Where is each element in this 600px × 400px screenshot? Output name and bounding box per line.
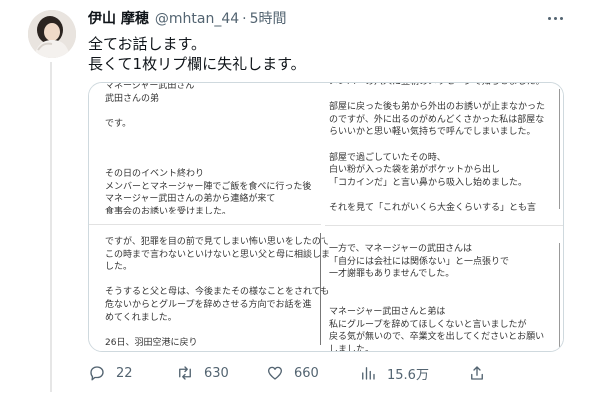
reply-icon: [90, 366, 104, 381]
tweet-image[interactable]: マネージャー武田さん 武田さんの弟 です。その日のイベント終わり メンバーとマネージャ…: [88, 82, 564, 352]
like-button[interactable]: 660: [266, 362, 319, 384]
timestamp[interactable]: 5時間: [250, 10, 287, 28]
image-text-line: [329, 189, 545, 202]
image-text-line: [105, 324, 330, 337]
image-text-column-c: メンバーの六人に翌朝のメッセージで知らせました。部屋に戻った後も弟から外出のお誘…: [329, 82, 546, 215]
share-button[interactable]: [468, 362, 486, 384]
image-text-line: 戻る気が無いので、卒業文を出してくださいとお願い: [329, 332, 545, 343]
views-button[interactable]: 15.6万: [359, 362, 429, 384]
image-text-line: メンバーとマネージャー陣でご飯を食べに行った後: [105, 181, 312, 192]
image-text-line: 「自分には会社には関係ない」と一点張りで: [329, 256, 510, 267]
share-icon: [471, 366, 483, 380]
view-count: 15.6万: [387, 367, 429, 383]
image-text-column-d: 一方で、マネージャーの武田さんは「自分には会社には関係ない」と一点張りで 一才謝罪…: [329, 243, 545, 352]
action-bar: 22 630 660 15.6万: [88, 362, 558, 384]
image-text-line: 白い粉が入った袋を弟がポケットから出し: [329, 165, 501, 176]
image-text-line: マネージャー武田さんと弟は: [329, 306, 446, 317]
image-text-line: です。: [105, 118, 132, 129]
tweet[interactable]: 伊山 摩穂 @mhtan_44 · 5時間 全てお話します。 長くて1枚リプ欄に…: [0, 0, 600, 400]
tweet-header: 伊山 摩穂 @mhtan_44 · 5時間: [88, 10, 287, 28]
tweet-text-line: 全てお話します。: [88, 35, 207, 53]
image-text-line: のですが、外に出るのがめんどくさかった私は部屋な: [329, 114, 545, 125]
more-icon[interactable]: [546, 12, 566, 26]
image-text-line: [105, 274, 330, 287]
image-text-column-a: マネージャー武田さん 武田さんの弟 です。その日のイベント終わり メンバーとマネージャ…: [105, 82, 312, 219]
tweet-text-line: 長くて1枚リプ欄に失礼します。: [88, 55, 306, 73]
image-text-line: そうすると父と母は、今後またその様なことをされても: [105, 287, 330, 298]
image-text-line: 危ないからとグループを辞めさせる方向でお話を進: [105, 299, 312, 310]
views-icon: [362, 367, 375, 380]
image-scrollbar: [320, 233, 321, 345]
image-divider: [325, 225, 563, 226]
like-count: 660: [294, 365, 319, 381]
image-text-line: [329, 139, 545, 152]
tweet-text: 全てお話します。 長くて1枚リプ欄に失礼します。: [88, 34, 306, 74]
reply-button[interactable]: 22: [88, 362, 133, 384]
separator: ·: [242, 11, 247, 27]
image-text-line: [105, 156, 311, 169]
image-text-line: 部屋で過ごしていたその時、: [329, 152, 446, 163]
author-handle[interactable]: @mhtan_44: [155, 10, 239, 28]
image-text-line: 私にグループを辞めてほしくないと言いましたが: [329, 319, 527, 330]
like-icon: [267, 366, 283, 380]
image-text-line: めてくれました。: [105, 312, 177, 323]
image-text-line: その日のイベント終わり: [105, 169, 205, 180]
image-scrollbar: [559, 243, 560, 347]
image-text-line: メンバーの六人に翌朝のメッセージで知らせました。: [329, 82, 545, 87]
image-scrollbar: [559, 89, 560, 209]
image-text-line: [105, 143, 311, 156]
image-text-line: マネージャー武田さんの弟から連絡が来て: [105, 194, 276, 205]
image-text-line: 一才謝罪もありませんでした。: [329, 269, 455, 280]
retweet-count: 630: [204, 365, 229, 381]
image-text-line: [329, 293, 544, 306]
image-text-line: [105, 130, 311, 143]
author-name[interactable]: 伊山 摩穂: [88, 10, 149, 28]
image-text-line: 部屋に戻った後も弟から外出のお誘いが止まなかった: [329, 102, 546, 113]
avatar[interactable]: [28, 10, 76, 58]
image-text-line: マネージャー武田さん: [105, 82, 195, 91]
image-text-line: [329, 89, 545, 102]
image-section-gap: [325, 211, 563, 241]
retweet-icon: [179, 366, 191, 380]
image-text-line: 武田さんの弟: [105, 93, 160, 104]
image-text-line: [105, 105, 311, 118]
retweet-button[interactable]: 630: [176, 362, 229, 384]
image-text-line: 一方で、マネージャーの武田さんは: [329, 244, 473, 254]
image-text-line: [329, 281, 544, 294]
image-divider: [89, 224, 321, 225]
image-text-line: しました。: [329, 344, 375, 352]
thread-line: [50, 62, 52, 392]
image-text-line: した。: [105, 262, 133, 273]
avatar-photo: [28, 10, 76, 58]
image-text-column-b: ですが、犯罪を目の前で見てしまい怖い思いをしたので この時まで言わないといけないと…: [105, 236, 330, 349]
image-text-line: ですが、犯罪を目の前で見てしまい怖い思いをしたので: [105, 237, 330, 247]
image-text-line: 「コカインだ」と言い鼻から吸入し始めました。: [329, 177, 528, 188]
reply-count: 22: [116, 365, 133, 381]
image-text-line: この時まで言わないといけないと思い父と母に相談しま: [105, 249, 331, 260]
image-text-line: らいいかと思い軽い気持ちで呼んでしまいました。: [329, 127, 536, 138]
image-text-line: 26日、羽田空港に戻り: [105, 337, 198, 348]
